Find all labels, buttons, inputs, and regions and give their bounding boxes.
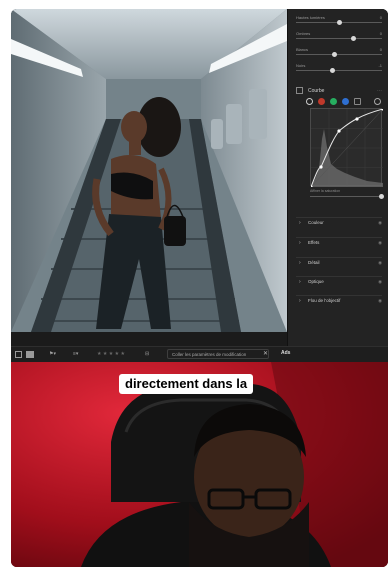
section-lens-blur[interactable]: › Flou de l'objectif ◉ [296, 295, 382, 305]
slider-value: -1 [378, 63, 382, 68]
curve-section-header[interactable]: Courbe ⋯ [296, 87, 382, 96]
point-curve-icon[interactable] [306, 98, 313, 105]
chevron-right-icon: › [299, 220, 301, 226]
chevron-right-icon: › [299, 298, 301, 304]
slider-value: 0 [379, 15, 382, 20]
section-optics[interactable]: › Optique ◉ [296, 276, 382, 286]
section-label: Flou de l'objectif [308, 298, 341, 303]
bottom-toolbar: ⚑▾ ≡▾ ★ ★ ★ ★ ★ ⊟ Coller les paramètres … [11, 346, 388, 362]
chevron-right-icon: › [299, 240, 301, 246]
curve-point [319, 165, 323, 169]
photo-editor: Hautes lumières 0 Ombres 0 Blancs 0 Noir… [11, 9, 388, 362]
subtitle-caption: directement dans la [119, 374, 254, 394]
slider-knob[interactable] [379, 194, 384, 199]
section-color[interactable]: › Couleur ◉ [296, 217, 382, 227]
paste-settings-field[interactable]: Coller les paramètres de modification [167, 349, 269, 359]
visibility-icon[interactable]: ◉ [378, 260, 382, 266]
slider-knob[interactable] [351, 36, 356, 41]
section-label: Détail [308, 260, 320, 265]
visibility-icon[interactable]: ◉ [378, 298, 382, 304]
edit-panel: Hautes lumières 0 Ombres 0 Blancs 0 Noir… [287, 9, 388, 362]
visibility-icon[interactable]: ◉ [378, 279, 382, 285]
photo-preview[interactable] [11, 9, 287, 332]
slider-value: 0 [379, 31, 382, 36]
slider-label: Noirs [296, 63, 306, 68]
video-frame: Hautes lumières 0 Ombres 0 Blancs 0 Noir… [11, 9, 388, 567]
star-rating[interactable]: ★ ★ ★ ★ ★ [97, 351, 125, 357]
close-icon[interactable]: ✕ [263, 350, 268, 357]
flag-icon[interactable]: ⚑▾ [49, 351, 56, 357]
slider-label: Blancs [296, 47, 309, 52]
parametric-curve-icon[interactable] [354, 98, 361, 105]
compare-icon[interactable]: ⊟ [145, 351, 149, 357]
slider-label: Hautes lumières [296, 15, 325, 20]
section-effects[interactable]: › Effets ◉ [296, 237, 382, 247]
target-adjust-icon[interactable] [374, 98, 381, 105]
slider-knob[interactable] [332, 52, 337, 57]
red-channel-icon[interactable] [318, 98, 325, 105]
section-label: Effets [308, 240, 320, 245]
curve-point [355, 117, 359, 121]
slider-track[interactable] [296, 38, 382, 39]
curve-channel-selector [306, 98, 382, 106]
slider-label: Ombres [296, 31, 311, 36]
green-channel-icon[interactable] [330, 98, 337, 105]
more-options-icon[interactable]: ⋯ [377, 88, 382, 94]
tone-curve-svg [311, 109, 383, 187]
single-view-icon[interactable] [26, 351, 34, 358]
curve-title: Courbe [308, 88, 325, 94]
visibility-icon[interactable]: ◉ [378, 220, 382, 226]
slider-whites[interactable]: Blancs 0 [296, 47, 382, 59]
section-detail[interactable]: › Détail ◉ [296, 257, 382, 267]
subway-escalator-photo [11, 9, 287, 332]
slider-track[interactable] [296, 70, 382, 71]
curve-icon [296, 87, 303, 94]
slider-track[interactable] [296, 54, 382, 55]
slider-shadows[interactable]: Ombres 0 [296, 31, 382, 43]
chevron-right-icon: › [299, 260, 301, 266]
slider-blacks[interactable]: Noirs -1 [296, 63, 382, 75]
slider-value: 0 [379, 47, 382, 52]
slider-knob[interactable] [337, 20, 342, 25]
section-label: Couleur [308, 220, 324, 225]
sort-icon[interactable]: ≡▾ [73, 351, 78, 357]
visibility-icon[interactable]: ◉ [378, 240, 382, 246]
slider-highlights[interactable]: Hautes lumières 0 [296, 15, 382, 27]
tone-curve-graph[interactable] [310, 108, 383, 187]
section-label: Optique [308, 279, 324, 284]
slider-knob[interactable] [330, 68, 335, 73]
saturation-slider[interactable] [310, 194, 384, 199]
toolbar-trailing-label: Ads [281, 350, 291, 356]
blue-channel-icon[interactable] [342, 98, 349, 105]
curve-point [337, 129, 341, 133]
grid-view-icon[interactable] [15, 351, 22, 358]
chevron-right-icon: › [299, 279, 301, 285]
curve-footer-label: Affiner la saturation [310, 189, 341, 193]
